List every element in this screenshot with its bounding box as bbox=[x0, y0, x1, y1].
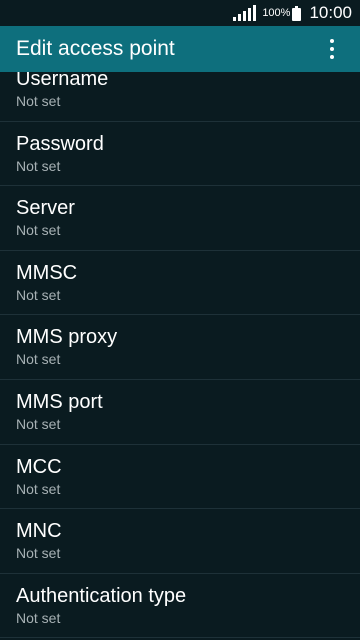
more-options-button[interactable] bbox=[312, 26, 352, 72]
setting-value: Not set bbox=[16, 609, 61, 626]
battery-percentage: 100% bbox=[262, 7, 291, 19]
setting-value: Not set bbox=[16, 351, 61, 368]
page-title: Edit access point bbox=[16, 37, 175, 60]
setting-label: MMSC bbox=[16, 261, 78, 284]
setting-label: Password bbox=[16, 132, 104, 155]
setting-label: MCC bbox=[16, 455, 62, 478]
setting-mcc[interactable]: MCC Not set bbox=[0, 445, 360, 510]
signal-icon bbox=[233, 5, 257, 21]
setting-value: Not set bbox=[16, 480, 61, 497]
setting-label: MMS port bbox=[16, 390, 103, 413]
more-vert-icon-dot bbox=[330, 47, 334, 51]
setting-value: Not set bbox=[16, 286, 61, 303]
more-vert-icon-dot bbox=[330, 55, 334, 59]
setting-authentication-type[interactable]: Authentication type Not set bbox=[0, 574, 360, 639]
more-vert-icon bbox=[330, 39, 334, 43]
status-bar: 100% 10:00 bbox=[0, 0, 360, 26]
setting-value: Not set bbox=[16, 415, 61, 432]
setting-value: Not set bbox=[16, 157, 61, 174]
setting-value: Not set bbox=[16, 545, 61, 562]
setting-mmsc[interactable]: MMSC Not set bbox=[0, 251, 360, 316]
settings-list: Username Not set Password Not set Server… bbox=[0, 57, 360, 639]
setting-value: Not set bbox=[16, 222, 61, 239]
setting-label: Authentication type bbox=[16, 584, 187, 607]
setting-mms-proxy[interactable]: MMS proxy Not set bbox=[0, 315, 360, 380]
clock: 10:00 bbox=[309, 3, 352, 22]
setting-mnc[interactable]: MNC Not set bbox=[0, 509, 360, 574]
setting-label: MMS proxy bbox=[16, 326, 118, 349]
setting-value: Not set bbox=[16, 93, 61, 109]
setting-password[interactable]: Password Not set bbox=[0, 122, 360, 187]
setting-label: Server bbox=[16, 197, 75, 220]
app-bar: Edit access point bbox=[0, 26, 360, 72]
battery-icon bbox=[292, 5, 302, 21]
setting-label: MNC bbox=[16, 520, 62, 543]
setting-server[interactable]: Server Not set bbox=[0, 186, 360, 251]
setting-mms-port[interactable]: MMS port Not set bbox=[0, 380, 360, 445]
